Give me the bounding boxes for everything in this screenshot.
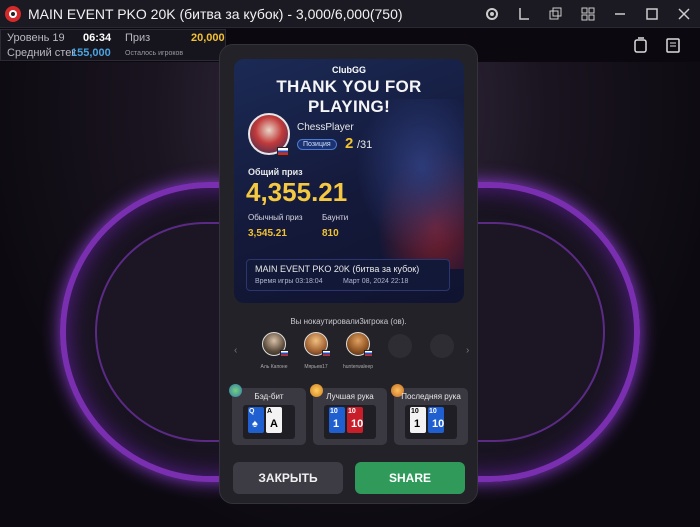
hand-cards: 10 1 10 10	[405, 405, 457, 439]
russia-flag-icon	[364, 350, 373, 357]
playing-card: 10 1	[410, 407, 426, 433]
regular-prize-value: 3,545.21	[248, 228, 287, 239]
share-button[interactable]: SHARE	[355, 462, 465, 494]
chevron-left-icon[interactable]: ‹	[234, 345, 237, 356]
total-prize-label: Общий приз	[248, 167, 303, 177]
minimize-icon[interactable]	[610, 4, 630, 24]
game-date: Март 08, 2024 22:18	[343, 278, 409, 285]
grid-icon[interactable]	[578, 4, 598, 24]
knocked-out-name: Мярьев17	[304, 364, 328, 370]
hand-label: Лучшая рука	[326, 392, 374, 401]
title-bar: MAIN EVENT PKO 20K (битва за кубок) - 3,…	[0, 0, 700, 28]
bad-beat-hand[interactable]: Бэд-бит Q ♠ AA	[229, 384, 306, 445]
close-button[interactable]: ЗАКРЫТЬ	[233, 462, 343, 494]
total-prize-value: 4,355.21	[246, 177, 348, 207]
russia-flag-icon	[280, 350, 289, 357]
empty-knockout-slot	[430, 334, 454, 358]
layout-icon[interactable]	[514, 4, 534, 24]
tournament-summary: MAIN EVENT PKO 20K (битва за кубок) Врем…	[246, 259, 450, 291]
tournament-info-panel: Уровень 19 06:34 Приз 20,000 Средний сте…	[0, 29, 226, 61]
finish-total: /31	[357, 139, 373, 151]
playing-card: 10 10	[347, 407, 363, 433]
window-title: MAIN EVENT PKO 20K (битва за кубок) - 3,…	[28, 5, 403, 22]
hand-label: Последняя рука	[401, 392, 461, 401]
hand-cards: Q ♠ AA	[243, 405, 295, 439]
regular-prize-label: Обычный приз	[248, 213, 303, 222]
knocked-out-player: Мярьев17	[294, 330, 336, 374]
game-time: Время игры 03:18:04	[255, 278, 323, 285]
russia-flag-icon	[322, 350, 331, 357]
knockout-carousel: ‹ Аль Капоне Мярьев17 hunterwaleep ›	[230, 330, 470, 372]
knockout-text: Вы нокаутировали3игрока (ов).	[290, 317, 407, 326]
maximize-icon[interactable]	[642, 4, 662, 24]
last-hand[interactable]: Последняя рука 10 1 10 10	[391, 384, 468, 445]
knocked-out-player: hunterwaleep	[336, 330, 378, 374]
prize-value: 20,000	[191, 32, 225, 44]
hand-cards: 10 1 10 10	[324, 405, 376, 439]
avg-stack-value: 155,000	[71, 47, 111, 59]
knocked-out-name: hunterwaleep	[342, 364, 374, 370]
thanks-headline: THANK YOU FOR PLAYING!	[276, 77, 422, 116]
chevron-right-icon[interactable]: ›	[466, 345, 469, 356]
playing-card: 10 10	[428, 407, 444, 433]
best-hand[interactable]: Лучшая рука 10 1 10 10	[310, 384, 387, 445]
windows-icon[interactable]	[546, 4, 566, 24]
prize-label: Приз	[125, 32, 151, 44]
level-timer: 06:34	[83, 32, 112, 44]
app-logo-icon	[4, 5, 22, 23]
history-icon[interactable]	[664, 36, 684, 56]
knocked-out-player: Аль Капоне	[252, 330, 294, 374]
card-artwork	[344, 99, 464, 269]
finish-position: 2	[345, 135, 354, 152]
avg-stack-label: Средний стек	[7, 47, 77, 59]
result-card: ClubGG THANK YOU FOR PLAYING! ChessPlaye…	[234, 59, 464, 303]
empty-knockout-slot	[388, 334, 412, 358]
playing-card: AA	[266, 407, 282, 433]
remaining-label: Осталось игроков	[125, 50, 184, 57]
tournament-name: MAIN EVENT PKO 20K (битва за кубок)	[255, 264, 420, 274]
tournament-result-dialog: ClubGG THANK YOU FOR PLAYING! ChessPlaye…	[219, 44, 478, 504]
knocked-out-name: Аль Капоне	[260, 364, 288, 370]
bounty-value: 810	[322, 228, 339, 239]
replay-icon[interactable]	[632, 36, 652, 56]
brand-logo: ClubGG	[332, 65, 366, 75]
playing-card: 10 1	[329, 407, 345, 433]
settings-icon[interactable]	[482, 4, 502, 24]
close-icon[interactable]	[674, 4, 694, 24]
playing-card: Q ♠	[248, 407, 264, 433]
hand-label: Бэд-бит	[254, 392, 284, 401]
player-name: ChessPlayer	[297, 122, 354, 133]
bounty-label: Баунти	[322, 213, 349, 222]
russia-flag-icon	[277, 147, 289, 156]
position-badge: Позиция	[297, 139, 337, 150]
level-label: Уровень 19	[7, 32, 65, 44]
